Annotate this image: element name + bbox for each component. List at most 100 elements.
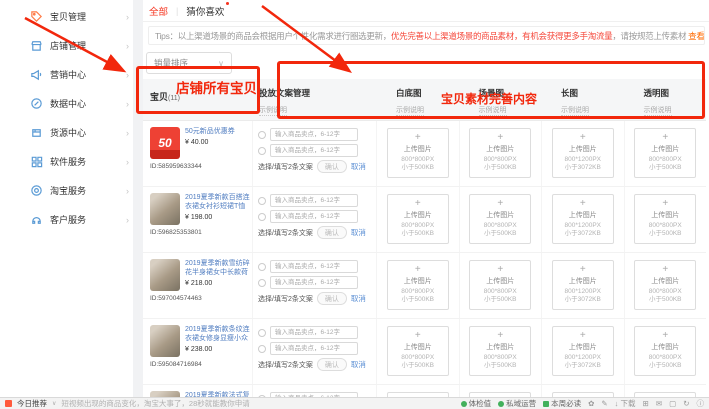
upload-white-bg-image[interactable]: + 上传图片 800*800PX 小于500KB <box>387 260 449 310</box>
confirm-button[interactable]: 确认 <box>317 226 347 239</box>
view-details-link[interactable]: 查看详情> <box>688 30 705 42</box>
cancel-button[interactable]: 取消 <box>351 227 366 238</box>
upload-scene-image[interactable]: + 上传图片 800*800PX 小于500KB <box>469 128 531 178</box>
upload-white-bg-image[interactable]: + 上传图片 800*800PX 小于500KB <box>387 194 449 244</box>
upload-label: 上传图片 <box>651 276 679 286</box>
copy-checkbox[interactable] <box>258 147 266 155</box>
copy-checkbox[interactable] <box>258 345 266 353</box>
cancel-button[interactable]: 取消 <box>351 293 366 304</box>
product-image: 50 <box>150 127 180 159</box>
plus-icon: + <box>662 331 668 341</box>
upload-long-image[interactable]: + 上传图片 800*1200PX 小于3072KB <box>552 260 614 310</box>
sidebar-item-customer-service[interactable]: 客户服务 › <box>28 205 133 234</box>
copy-checkbox[interactable] <box>258 263 266 271</box>
example-link[interactable]: 示例说明 <box>561 105 589 116</box>
sidebar-item-label: 货源中心 <box>50 126 86 139</box>
example-link[interactable]: 示例说明 <box>479 105 507 116</box>
product-name-link[interactable]: 50元新品优惠券 <box>185 127 235 136</box>
copy-checkbox[interactable] <box>258 329 266 337</box>
selling-point-input[interactable] <box>270 342 358 355</box>
sidebar-item-taobao-service[interactable]: 淘宝服务 › <box>28 176 133 205</box>
copy-checkbox[interactable] <box>258 213 266 221</box>
product-name-link[interactable]: 2019夏季新款百搭连衣裙女衬衫短裙T恤中长款 <box>185 193 252 211</box>
confirm-button[interactable]: 确认 <box>317 160 347 173</box>
example-link[interactable]: 示例说明 <box>396 105 424 116</box>
sidebar-divider <box>133 0 143 397</box>
upload-white-bg-image[interactable]: + 上传图片 800*800PX 小于500KB <box>387 326 449 376</box>
upload-scene-image[interactable]: + 上传图片 800*800PX 小于500KB <box>469 326 531 376</box>
tips-highlight: 优先完善以上渠道场景的商品素材，有机会获得更多手淘流量 <box>391 30 612 42</box>
upload-long-image[interactable]: + 上传图片 800*1200PX 小于3072KB <box>552 326 614 376</box>
tab-all[interactable]: 全部 <box>149 4 168 18</box>
product-id: ID:597004574463 <box>150 295 252 302</box>
upload-scene-image[interactable]: + 上传图片 800*800PX 小于500KB <box>469 194 531 244</box>
sidebar-item-item-manage[interactable]: 宝贝管理 › <box>28 2 133 31</box>
weekly-read-badge[interactable]: 本周必读 <box>543 398 581 409</box>
copy-checkbox[interactable] <box>258 279 266 287</box>
product-name-link[interactable]: 2019夏季新款雪纺碎花半身裙女中长款荷叶边 <box>185 259 252 277</box>
copy-hint: 选择/填写2条文案 <box>258 294 313 304</box>
example-link[interactable]: 示例说明 <box>644 105 672 116</box>
upload-transparent-image[interactable]: + 上传图片 800*800PX 小于500KB <box>634 194 696 244</box>
selling-point-input[interactable] <box>270 144 358 157</box>
upload-transparent-image[interactable]: + 上传图片 800*800PX 小于500KB <box>634 326 696 376</box>
upload-white-bg-image[interactable]: + 上传图片 800*800PX 小于500KB <box>387 128 449 178</box>
cancel-button[interactable]: 取消 <box>351 359 366 370</box>
sidebar-item-software-service[interactable]: 软件服务 › <box>28 147 133 176</box>
sidebar-item-data-center[interactable]: 数据中心 › <box>28 89 133 118</box>
example-link[interactable]: 示例说明 <box>259 105 287 116</box>
confirm-button[interactable]: 确认 <box>317 292 347 305</box>
selling-point-input[interactable] <box>270 260 358 273</box>
upload-long-image[interactable]: + 上传图片 800*1200PX 小于3072KB <box>552 128 614 178</box>
upload-dimensions: 800*800PX <box>484 156 517 164</box>
info-icon[interactable]: ⓘ <box>697 398 705 409</box>
table-row: 2019夏季新款条纹连衣裙女修身显瘦小众网红 ¥ 238.00 ID:59508… <box>143 319 706 385</box>
product-name-link[interactable]: 2019夏季新款条纹连衣裙女修身显瘦小众网红 <box>185 325 252 343</box>
upload-dimensions: 800*800PX <box>484 288 517 296</box>
selling-point-input[interactable] <box>270 128 358 141</box>
confirm-button[interactable]: 确认 <box>317 358 347 371</box>
upload-scene-image[interactable]: + 上传图片 800*800PX 小于500KB <box>469 260 531 310</box>
window-icon[interactable]: ▢ <box>669 399 676 408</box>
copy-checkbox[interactable] <box>258 131 266 139</box>
upload-size-limit: 小于500KB <box>484 230 517 238</box>
selling-point-input[interactable] <box>270 210 358 223</box>
plus-icon: + <box>415 331 421 341</box>
plus-icon: + <box>415 265 421 275</box>
grid-icon[interactable]: ⊞ <box>643 399 649 408</box>
upload-transparent-image[interactable]: + 上传图片 800*800PX 小于500KB <box>634 128 696 178</box>
table-row: 2019夏季新款法式复古连衣裙女中长款气质显瘦 选择/填写2条文案 确认 取消 <box>143 385 706 397</box>
flower-icon[interactable]: ✿ <box>588 399 594 408</box>
table-header: 宝贝(11) 投放文案管理 示例说明 白底图 示例说明 场景图 示例说明 长图 … <box>143 79 706 121</box>
mail-icon[interactable]: ✉ <box>656 399 662 408</box>
cancel-button[interactable]: 取消 <box>351 161 366 172</box>
table-row: 2019夏季新款百搭连衣裙女衬衫短裙T恤中长款 ¥ 198.00 ID:5968… <box>143 187 706 253</box>
tab-guess-you-like[interactable]: 猜你喜欢 <box>186 4 224 18</box>
upload-size-limit: 小于3072KB <box>565 362 601 370</box>
private-traffic-badge[interactable]: 私域运营 <box>498 398 536 409</box>
upload-size-limit: 小于500KB <box>401 164 434 172</box>
sidebar-item-label: 宝贝管理 <box>50 10 86 23</box>
chevron-right-icon: › <box>126 157 131 167</box>
selling-point-input[interactable] <box>270 276 358 289</box>
sidebar-item-marketing[interactable]: 营销中心 › <box>28 60 133 89</box>
download-button[interactable]: ↓ 下载 <box>615 398 636 409</box>
edit-icon[interactable]: ✎ <box>601 399 607 408</box>
upload-label: 上传图片 <box>486 276 514 286</box>
plus-icon: + <box>415 133 421 143</box>
upload-long-image[interactable]: + 上传图片 800*1200PX 小于3072KB <box>552 194 614 244</box>
bottom-bar-title[interactable]: 今日推荐 <box>17 398 47 409</box>
upload-size-limit: 小于500KB <box>649 362 682 370</box>
health-score-badge[interactable]: 体检值 <box>461 398 492 409</box>
sidebar-item-supply-center[interactable]: 货源中心 › <box>28 118 133 147</box>
upload-dimensions: 800*800PX <box>649 288 682 296</box>
sort-select[interactable]: 销量排序 ∨ <box>146 52 232 74</box>
copy-checkbox[interactable] <box>258 197 266 205</box>
upload-transparent-image[interactable]: + 上传图片 800*800PX 小于500KB <box>634 260 696 310</box>
selling-point-input[interactable] <box>270 194 358 207</box>
plus-icon: + <box>497 265 503 275</box>
sidebar-item-shop-manage[interactable]: 店铺管理 › <box>28 31 133 60</box>
selling-point-input[interactable] <box>270 326 358 339</box>
refresh-icon[interactable]: ↻ <box>683 399 689 408</box>
upload-size-limit: 小于500KB <box>401 230 434 238</box>
